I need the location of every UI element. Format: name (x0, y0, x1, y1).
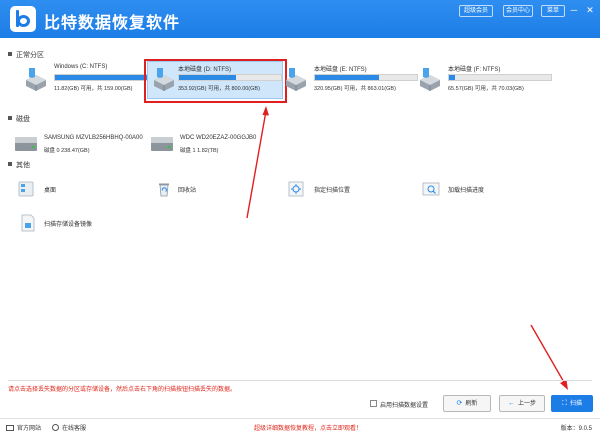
scan-settings-checkbox[interactable] (370, 400, 377, 407)
other-load-progress[interactable]: 加载扫描进度 (422, 180, 512, 198)
monitor-icon (6, 425, 14, 431)
version-label: 版本：9.0.5 (560, 426, 592, 432)
close-icon[interactable]: ✕ (584, 4, 596, 16)
usage-bar (448, 74, 552, 81)
disk-name: WDC WD20EZAZ-00GGJB0 (180, 135, 257, 141)
official-website-link[interactable]: 官方网站 (6, 423, 41, 432)
headset-icon (52, 424, 59, 431)
section-others-heading: 其他 (8, 160, 30, 170)
usage-bar (54, 74, 158, 81)
other-specify-location[interactable]: 指定扫描位置 (288, 180, 378, 198)
refresh-icon: ⟳ (456, 400, 463, 407)
load-progress-icon (422, 182, 440, 196)
location-icon (288, 181, 304, 197)
partition-name: 本地磁盘 (E: NTFS) (314, 67, 367, 73)
divider (8, 380, 592, 381)
recycle-bin-icon (159, 183, 169, 197)
disk-1[interactable]: WDC WD20EZAZ-00GGJB0 磁盘 1 1.82(TB) (150, 132, 270, 158)
app-logo-icon (10, 6, 36, 32)
arrow-left-icon: ← (507, 400, 515, 407)
partition-name: Windows (C: NTFS) (54, 64, 108, 70)
hard-drive-icon (286, 68, 306, 91)
back-button[interactable]: ← 上一步 (499, 395, 545, 412)
menu-button[interactable]: 菜单 (541, 5, 565, 17)
minimize-icon[interactable]: ─ (568, 4, 580, 16)
hard-drive-icon (420, 68, 440, 91)
member-center-button[interactable]: 会员中心 (503, 5, 533, 17)
partition-e[interactable]: 本地磁盘 (E: NTFS) 320.95(GB) 可用，共 863.01(GB… (284, 64, 422, 100)
refresh-button[interactable]: ⟳ 刷新 (443, 395, 491, 412)
other-disk-image[interactable]: 扫描存储设备镜像 (20, 214, 130, 232)
physical-disk-icon (151, 137, 173, 151)
hard-drive-icon (26, 68, 46, 91)
status-bar: 官方网站 在线客服 超级详细数据恢复教程，点击立即观看！ 版本：9.0.5 (0, 418, 600, 435)
partition-f[interactable]: 本地磁盘 (F: NTFS) 65.57(GB) 可用，共 70.03(GB) (418, 64, 558, 100)
partition-c[interactable]: Windows (C: NTFS) 11.82(GB) 可用，共 159.00(… (24, 64, 158, 100)
hint-text: 请点击选择丢失数据的分区或存储设备，然后点击右下角的扫描按钮扫描丢失的数据。 (8, 387, 237, 393)
section-disks-heading: 磁盘 (8, 114, 30, 124)
partition-capacity: 65.57(GB) 可用，共 70.03(GB) (448, 86, 524, 92)
desktop-icon (18, 181, 34, 197)
super-member-button[interactable]: 超级会员 (459, 5, 493, 17)
disk-capacity: 磁盘 0 238.47(GB) (44, 148, 90, 154)
section-partitions-heading: 正常分区 (8, 50, 44, 60)
app-title: 比特数据恢复软件 (44, 15, 181, 32)
scan-icon: ⛶ (562, 400, 567, 407)
highlight-annotation (144, 59, 287, 103)
partition-name: 本地磁盘 (F: NTFS) (448, 67, 501, 73)
other-desktop[interactable]: 桌面 (18, 180, 98, 198)
partition-capacity: 320.95(GB) 可用，共 863.01(GB) (314, 86, 396, 92)
scan-button[interactable]: ⛶ 扫描 (551, 395, 593, 412)
scan-settings-label: 启用扫描数据设置 (380, 403, 429, 409)
other-recycle-bin[interactable]: 回收站 (156, 180, 236, 198)
disk-0[interactable]: SAMSUNG MZVLB256HBHQ-00A00 磁盘 0 238.47(G… (14, 132, 150, 158)
disk-image-icon (21, 214, 35, 232)
title-bar: 比特数据恢复软件 超级会员 会员中心 菜单 ─ ✕ (0, 0, 600, 38)
physical-disk-icon (15, 137, 37, 151)
online-support-link[interactable]: 在线客服 (52, 423, 86, 432)
partition-capacity: 11.82(GB) 可用，共 159.00(GB) (54, 86, 133, 92)
usage-bar (314, 74, 418, 81)
tutorial-link[interactable]: 超级详细数据恢复教程，点击立即观看！ (254, 423, 362, 432)
disk-name: SAMSUNG MZVLB256HBHQ-00A00 (44, 135, 143, 141)
disk-capacity: 磁盘 1 1.82(TB) (180, 148, 219, 154)
